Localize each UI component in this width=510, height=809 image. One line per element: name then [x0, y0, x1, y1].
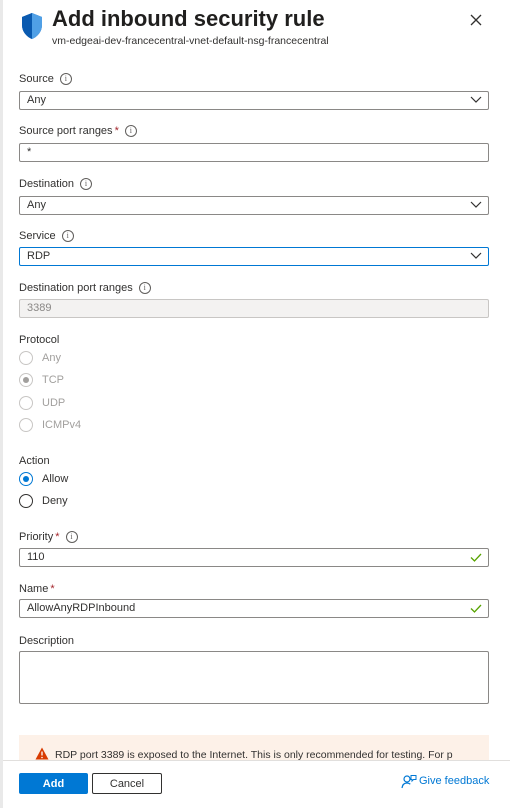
nsg-name: vm-edgeai-dev-francecentral-vnet-default… [52, 35, 329, 47]
destination-port-ranges-input: 3389 [19, 299, 489, 318]
destination-dropdown[interactable]: Any [19, 196, 489, 215]
chevron-down-icon [470, 201, 482, 208]
service-label: Service i [19, 230, 74, 242]
description-label: Description [19, 635, 75, 647]
priority-label: Priority * i [19, 531, 78, 543]
shield-icon [22, 13, 42, 39]
info-icon[interactable]: i [80, 178, 93, 190]
service-dropdown[interactable]: RDP [19, 247, 489, 266]
chevron-down-icon [470, 252, 482, 259]
panel-footer: Add Cancel Give feedback [3, 760, 510, 809]
priority-value: 110 [27, 551, 45, 563]
action-label: Action [19, 455, 50, 467]
protocol-label: Protocol [19, 334, 60, 346]
radio-button [19, 351, 33, 365]
info-icon[interactable]: i [65, 531, 78, 543]
destination-port-ranges-label: Destination port ranges i [19, 282, 151, 294]
radio-button[interactable] [19, 494, 33, 508]
source-port-ranges-label: Source port ranges * i [19, 125, 137, 137]
rdp-exposure-warning: RDP port 3389 is exposed to the Internet… [19, 735, 489, 760]
feedback-person-icon [401, 775, 417, 789]
service-value: RDP [27, 250, 51, 262]
destination-port-ranges-value: 3389 [27, 302, 52, 314]
name-input[interactable]: AllowAnyRDPInbound [19, 599, 489, 618]
info-icon[interactable]: i [59, 73, 72, 85]
close-icon[interactable] [465, 9, 487, 31]
source-label: Source i [19, 73, 72, 85]
checkmark-icon [470, 604, 482, 613]
page-title: Add inbound security rule [52, 6, 325, 31]
priority-input[interactable]: 110 [19, 548, 489, 567]
panel-header: Add inbound security rule vm-edgeai-dev-… [3, 0, 510, 60]
add-inbound-rule-panel: Add inbound security rule vm-edgeai-dev-… [3, 0, 510, 809]
name-value: AllowAnyRDPInbound [27, 602, 136, 614]
radio-button [19, 396, 33, 410]
add-button[interactable]: Add [19, 773, 88, 794]
warning-text: RDP port 3389 is exposed to the Internet… [55, 749, 453, 760]
destination-value: Any [27, 199, 46, 211]
checkmark-icon [470, 553, 482, 562]
destination-label: Destination i [19, 178, 93, 190]
radio-button-selected [19, 373, 33, 387]
source-dropdown[interactable]: Any [19, 91, 489, 110]
info-icon[interactable]: i [61, 230, 74, 242]
radio-button [19, 418, 33, 432]
source-value: Any [27, 94, 46, 106]
cancel-button[interactable]: Cancel [92, 773, 162, 794]
name-label: Name * [19, 583, 55, 595]
description-textarea[interactable] [19, 651, 489, 704]
chevron-down-icon [470, 96, 482, 103]
source-port-ranges-input[interactable]: * [19, 143, 489, 162]
info-icon[interactable]: i [124, 125, 137, 137]
warning-icon [35, 747, 49, 760]
info-icon[interactable]: i [138, 282, 151, 294]
radio-button-selected[interactable] [19, 472, 33, 486]
source-port-ranges-value: * [27, 146, 32, 158]
